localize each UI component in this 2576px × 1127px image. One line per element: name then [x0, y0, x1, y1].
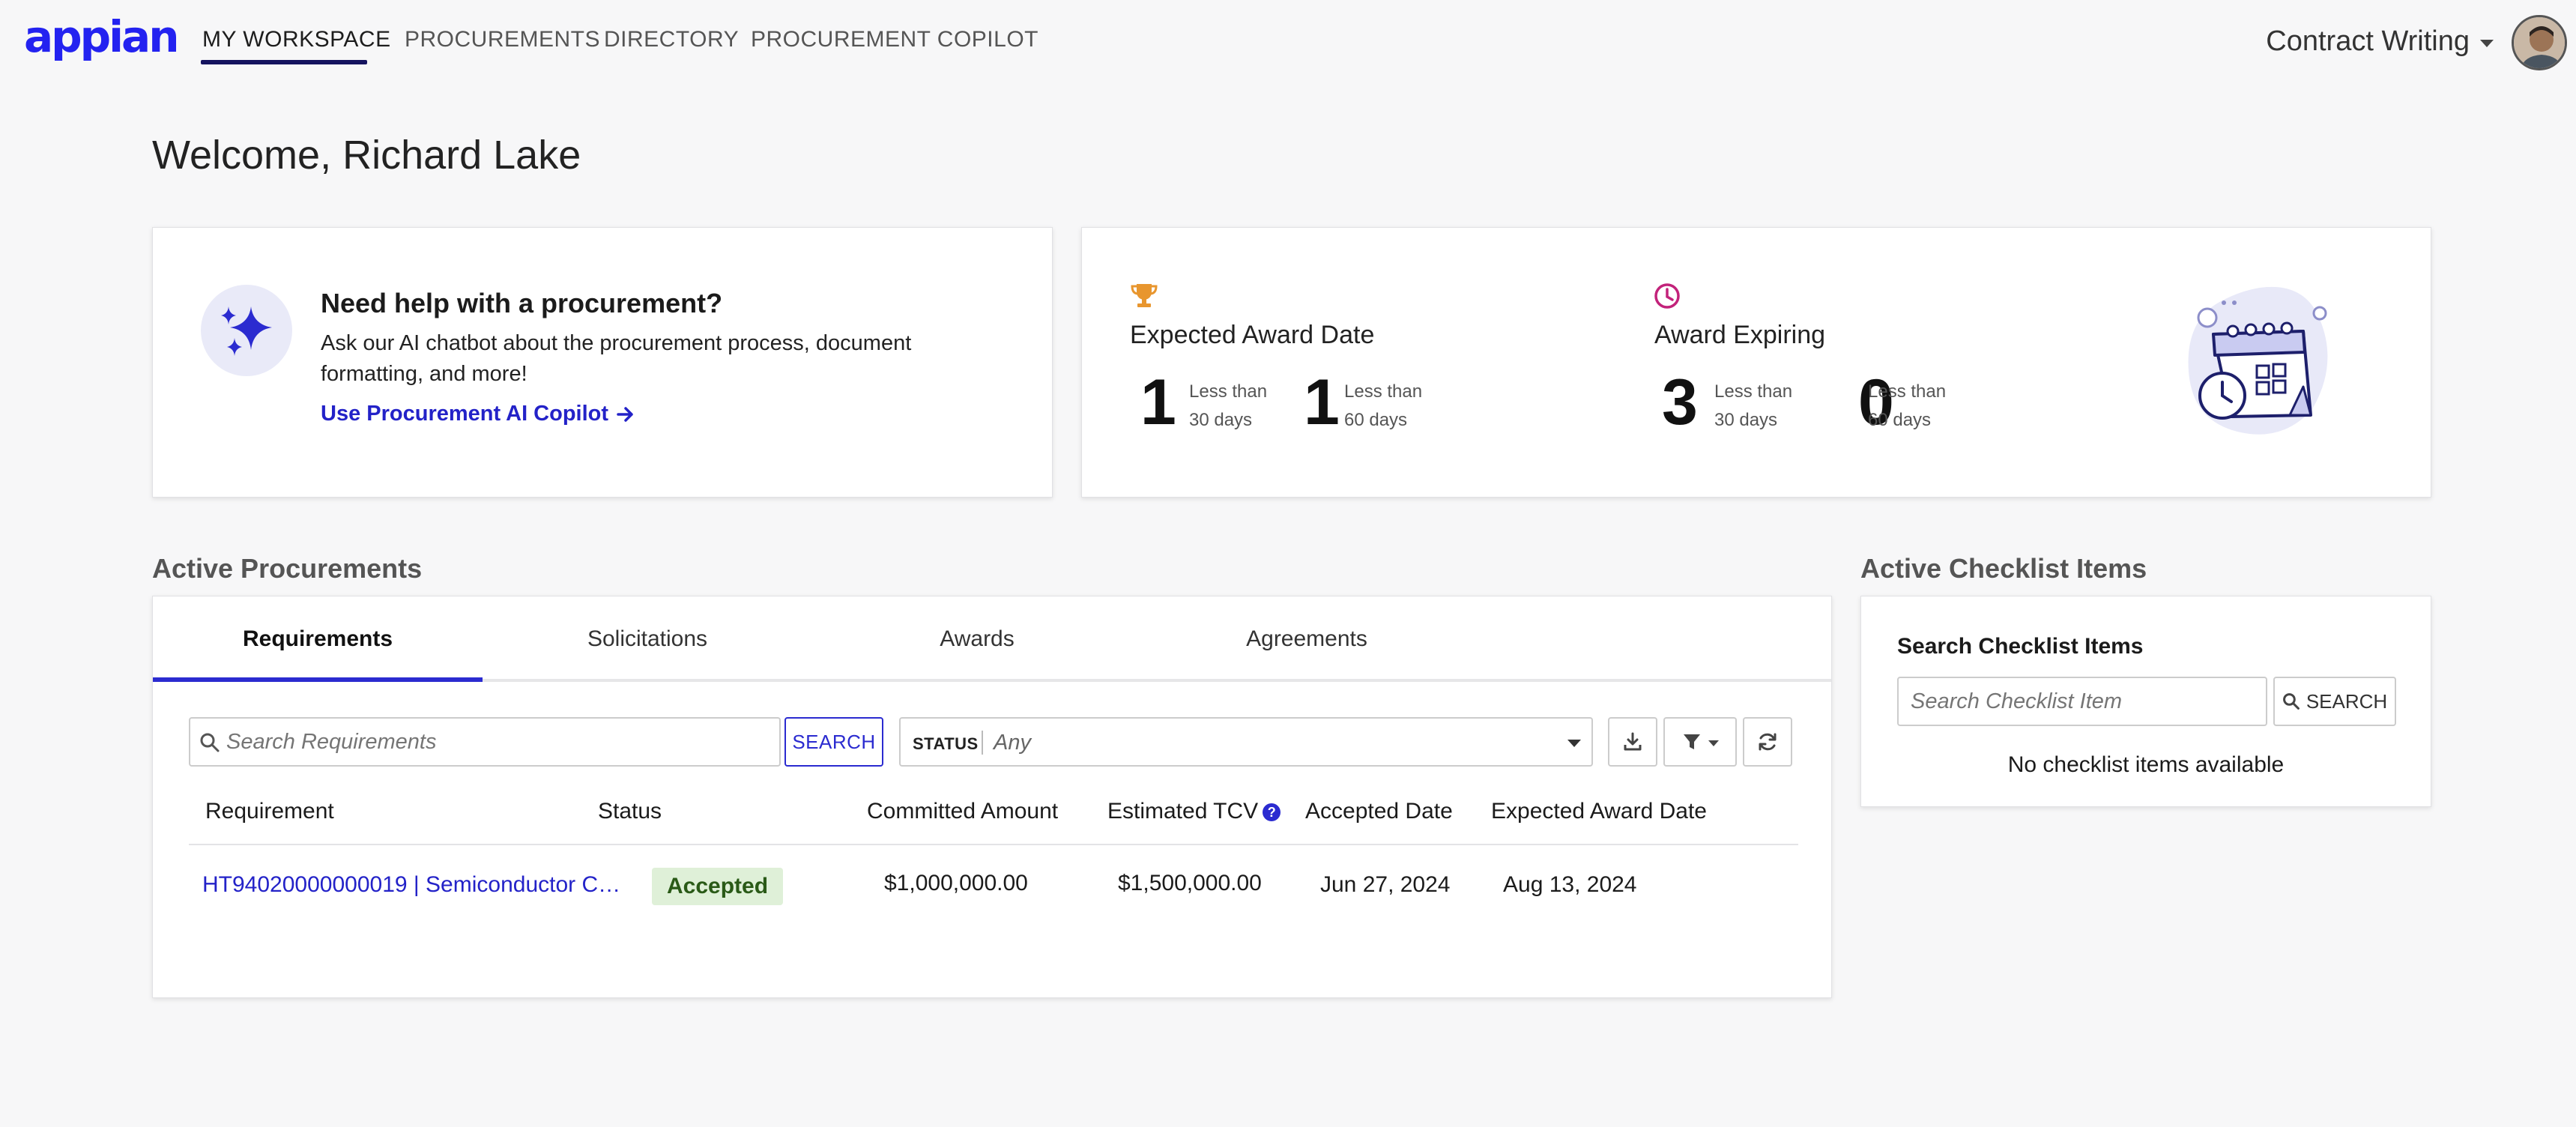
procurement-tabs: Requirements Solicitations Awards Agreem…	[153, 596, 1831, 682]
column-header-estimated-tcv[interactable]: Estimated TCV?	[1107, 799, 1281, 824]
page-title: Welcome, Richard Lake	[152, 133, 581, 178]
accepted-date-cell: Jun 27, 2024	[1320, 872, 1451, 897]
tab-requirements[interactable]: Requirements	[153, 596, 483, 682]
expected-award-30-count[interactable]: 1	[1140, 370, 1176, 435]
active-procurements-title: Active Procurements	[152, 553, 423, 584]
refresh-button[interactable]	[1743, 717, 1792, 767]
expected-award-60-count[interactable]: 1	[1304, 370, 1340, 435]
active-checklist-title: Active Checklist Items	[1860, 553, 2147, 584]
stat-label-line1: Less than	[1344, 381, 1423, 402]
tab-awards[interactable]: Awards	[812, 596, 1142, 682]
active-tab-indicator	[153, 677, 483, 682]
checklist-search-box	[1897, 677, 2267, 726]
column-header-expected-award-date[interactable]: Expected Award Date	[1491, 799, 1707, 824]
nav-directory[interactable]: DIRECTORY	[604, 27, 739, 52]
help-card-title: Need help with a procurement?	[321, 288, 723, 318]
status-filter-value: Any	[994, 731, 1031, 755]
tab-agreements[interactable]: Agreements	[1142, 596, 1472, 682]
procurement-help-card: Need help with a procurement? Ask our AI…	[152, 227, 1053, 498]
stat-label-line1: Less than	[1189, 381, 1268, 402]
status-filter-label: STATUS	[913, 734, 979, 753]
use-copilot-link[interactable]: Use Procurement AI Copilot	[321, 402, 635, 426]
award-stats-card: Expected Award Date 1 Less than 30 days …	[1081, 227, 2431, 498]
column-header-accepted-date[interactable]: Accepted Date	[1305, 799, 1453, 824]
requirements-search-button[interactable]: SEARCH	[784, 717, 883, 767]
nav-procurement-copilot[interactable]: PROCUREMENT COPILOT	[751, 27, 1038, 52]
column-header-requirement[interactable]: Requirement	[205, 799, 334, 824]
nav-procurements[interactable]: PROCUREMENTS	[405, 27, 600, 52]
chevron-down-icon	[2480, 39, 2494, 47]
arrow-right-icon	[617, 406, 633, 422]
column-header-committed-amount[interactable]: Committed Amount	[867, 799, 1058, 824]
award-expiring-title: Award Expiring	[1654, 321, 1826, 349]
checklist-search-button[interactable]: SEARCH	[2273, 677, 2396, 726]
help-card-text: Ask our AI chatbot about the procurement…	[321, 331, 912, 386]
requirements-search-input[interactable]	[226, 719, 773, 765]
user-avatar-image	[2514, 17, 2565, 68]
estimated-tcv-cell: $1,500,000.00	[1118, 871, 1262, 895]
filter-icon	[1684, 734, 1700, 749]
table-header-divider	[189, 844, 1798, 845]
active-procurements-panel: Requirements Solicitations Awards Agreem…	[152, 596, 1832, 998]
award-expiring-30-count[interactable]: 3	[1662, 370, 1698, 435]
filter-menu-button[interactable]	[1663, 717, 1737, 767]
checklist-empty-message: No checklist items available	[2007, 752, 2285, 777]
column-header-estimated-tcv-label: Estimated TCV	[1107, 799, 1259, 824]
stat-label-line2: 30 days	[1189, 410, 1253, 430]
stat-label-line1: Less than	[1868, 381, 1947, 402]
active-checklist-panel: Search Checklist Items SEARCH No checkli…	[1860, 596, 2431, 807]
search-icon	[200, 733, 220, 752]
stat-label-line2: 60 days	[1344, 410, 1408, 430]
nav-my-workspace[interactable]: MY WORKSPACE	[202, 27, 391, 52]
clock-icon	[1654, 283, 1680, 309]
column-header-status[interactable]: Status	[598, 799, 662, 824]
requirements-search-box	[189, 717, 781, 767]
requirement-link[interactable]: HT94020000000019 | Semiconductor Ch...	[202, 872, 622, 898]
use-copilot-link-label: Use Procurement AI Copilot	[321, 402, 609, 426]
expected-award-60-label: Less than 60 days	[1344, 378, 1422, 435]
chevron-down-icon	[1708, 740, 1719, 746]
stat-label-line1: Less than	[1714, 381, 1793, 402]
stat-label-line2: 60 days	[1868, 410, 1932, 430]
appian-logo[interactable]: appian	[24, 15, 179, 58]
app-switcher-label: Contract Writing	[2266, 25, 2470, 57]
download-icon	[1624, 732, 1642, 751]
expected-award-date-cell: Aug 13, 2024	[1503, 872, 1637, 897]
expected-award-title: Expected Award Date	[1130, 321, 1375, 349]
user-avatar[interactable]	[2512, 15, 2567, 70]
status-badge: Accepted	[652, 868, 784, 905]
export-button[interactable]	[1608, 717, 1657, 767]
tab-solicitations[interactable]: Solicitations	[483, 596, 812, 682]
status-filter-dropdown[interactable]: STATUS Any	[899, 717, 1593, 767]
committed-amount-cell: $1,000,000.00	[884, 871, 1028, 895]
award-expiring-60-label-text: Less than 60 days	[1868, 378, 1946, 435]
expected-award-30-label: Less than 30 days	[1189, 378, 1267, 435]
checklist-search-button-label: SEARCH	[2306, 689, 2388, 713]
refresh-icon	[1759, 733, 1777, 751]
help-icon[interactable]: ?	[1263, 803, 1281, 822]
checklist-search-label: Search Checklist Items	[1897, 634, 2144, 659]
sparkle-icon	[201, 285, 292, 376]
search-icon	[2282, 693, 2300, 710]
trophy-icon	[1131, 284, 1158, 307]
nav-active-indicator	[201, 60, 367, 64]
status-filter-separator	[982, 731, 983, 755]
app-switcher[interactable]: Contract Writing	[2266, 25, 2494, 58]
top-navigation-bar: appian MY WORKSPACE PROCUREMENTS DIRECTO…	[0, 0, 2576, 84]
calendar-illustration	[2188, 286, 2328, 435]
award-expiring-30-label: Less than 30 days	[1714, 378, 1792, 435]
checklist-search-input[interactable]	[1911, 678, 2255, 725]
stat-label-line2: 30 days	[1714, 410, 1778, 430]
chevron-down-icon	[1567, 740, 1581, 747]
